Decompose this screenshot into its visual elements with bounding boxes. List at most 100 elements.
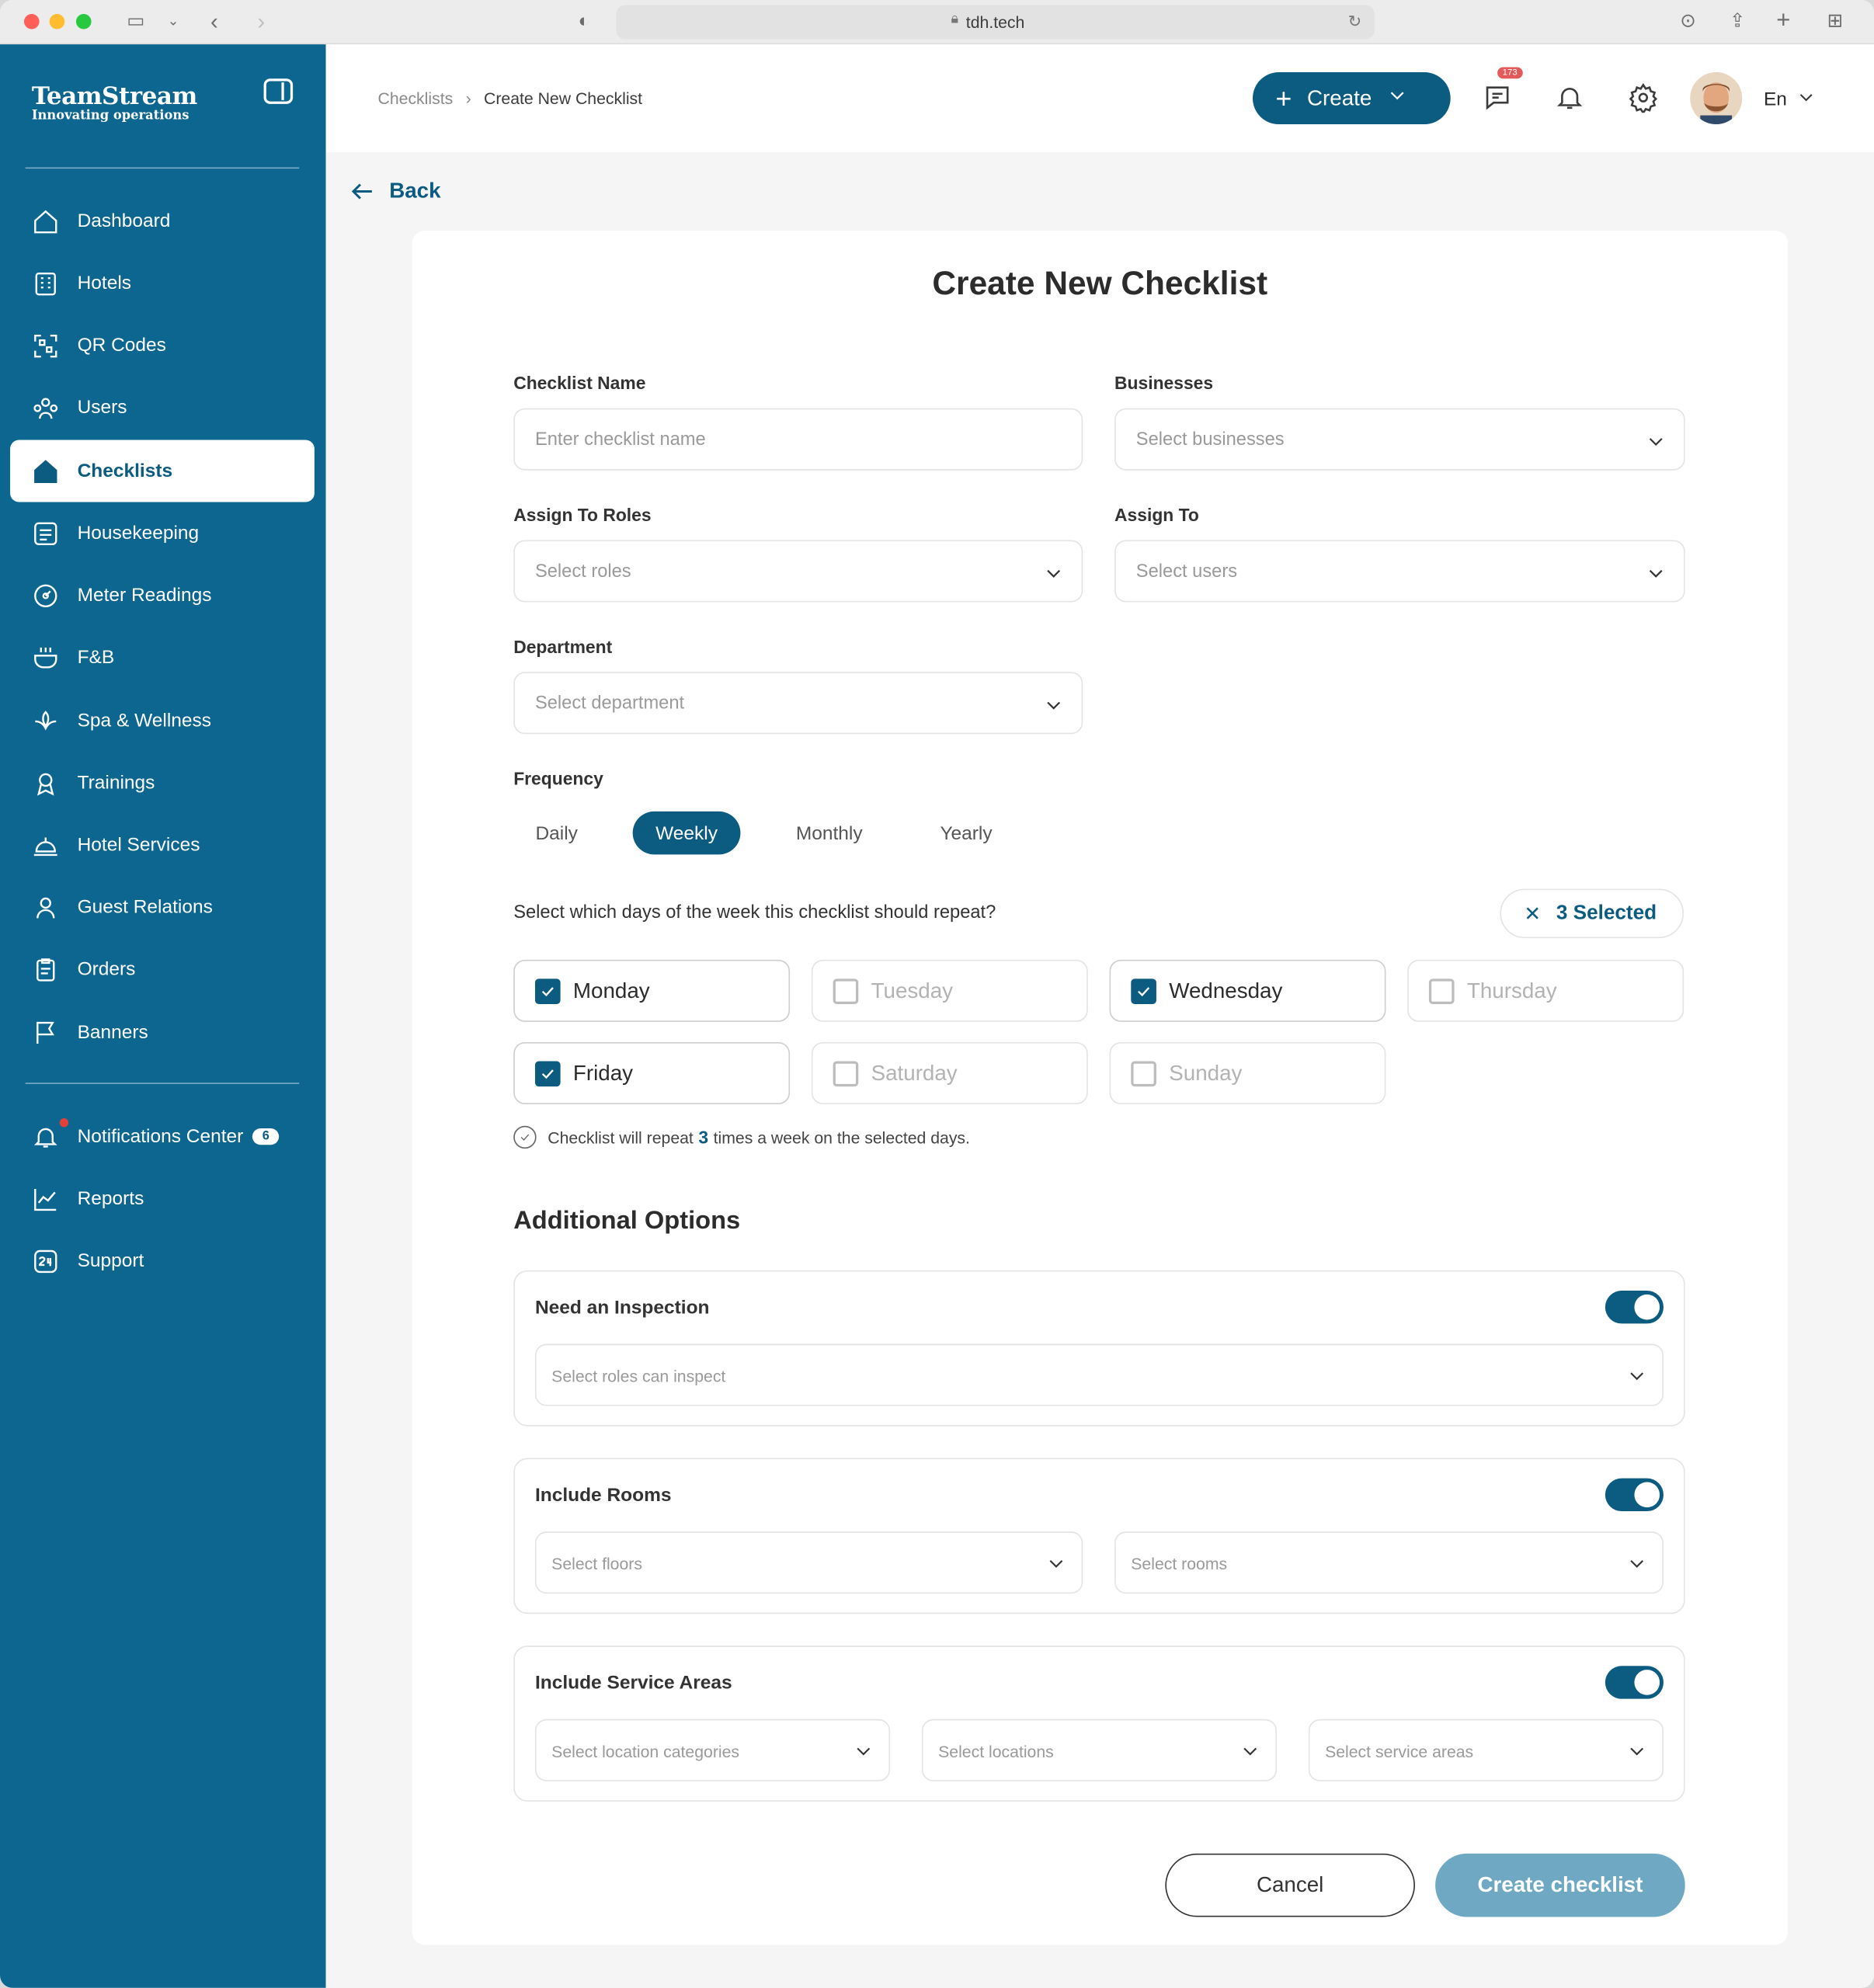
assign-roles-select[interactable]: Select roles	[513, 540, 1083, 603]
sidebar-item-dashboard[interactable]: Dashboard	[10, 190, 315, 252]
messages-button[interactable]: 173	[1483, 67, 1523, 113]
day-label: Friday	[572, 1060, 634, 1085]
sidebar-item-orders[interactable]: Orders	[10, 938, 315, 1000]
frequency-daily[interactable]: Daily	[516, 812, 596, 855]
user-avatar[interactable]	[1690, 72, 1743, 124]
checklist-name-label: Checklist Name	[513, 372, 646, 394]
sidebar-item-housekeeping[interactable]: Housekeeping	[10, 502, 315, 565]
messages-badge: 173	[1497, 67, 1523, 79]
sidebar-item-spa[interactable]: Spa & Wellness	[10, 690, 315, 752]
create-checklist-button[interactable]: Create checklist	[1435, 1853, 1685, 1917]
sidebar-toggle-icon[interactable]: ▭	[127, 10, 144, 33]
logo[interactable]: TeamStream Innovating operations	[31, 82, 198, 123]
cancel-button[interactable]: Cancel	[1165, 1853, 1415, 1917]
day-thursday-checkbox[interactable]: Thursday	[1407, 959, 1685, 1022]
share-icon[interactable]: ⇪	[1730, 10, 1746, 33]
day-friday-checkbox[interactable]: Friday	[513, 1041, 791, 1104]
address-bar[interactable]: 🔒︎ tdh.tech ↻	[616, 5, 1375, 40]
create-menu-button[interactable]: + Create	[1253, 72, 1451, 124]
maximize-window-button[interactable]	[75, 13, 92, 30]
sidebar-item-trainings[interactable]: Trainings	[10, 752, 315, 814]
settings-button[interactable]	[1628, 82, 1658, 115]
chevron-right-icon: ›	[465, 89, 471, 108]
day-sunday-checkbox[interactable]: Sunday	[1109, 1041, 1386, 1104]
back-button[interactable]: Back	[349, 178, 441, 206]
reload-icon[interactable]: ↻	[1348, 12, 1362, 32]
frequency-yearly[interactable]: Yearly	[923, 812, 1010, 855]
rooms-select[interactable]: Select rooms	[1114, 1531, 1664, 1594]
location-categories-select[interactable]: Select location categories	[534, 1719, 891, 1781]
notifications-button[interactable]	[1555, 82, 1585, 113]
food-icon	[32, 644, 60, 672]
new-tab-icon[interactable]: +	[1776, 9, 1790, 33]
check-circle-icon	[513, 1125, 537, 1149]
tab-overview-icon[interactable]: ⊞	[1827, 10, 1844, 33]
day-saturday-checkbox[interactable]: Saturday	[811, 1041, 1088, 1104]
sidebar-item-fnb[interactable]: F&B	[10, 627, 315, 689]
day-tuesday-checkbox[interactable]: Tuesday	[811, 959, 1088, 1022]
floors-select[interactable]: Select floors	[534, 1531, 1083, 1594]
forward-nav-icon[interactable]: ›	[257, 10, 265, 33]
breadcrumb-checklists-link[interactable]: Checklists	[378, 89, 454, 107]
chevron-down-icon[interactable]: ⌄	[168, 10, 179, 33]
service-areas-placeholder: Select service areas	[1325, 1742, 1474, 1761]
sidebar-item-banners[interactable]: Banners	[10, 1002, 315, 1064]
inspection-toggle[interactable]	[1605, 1290, 1664, 1324]
chevron-down-icon	[1044, 695, 1064, 721]
chevron-down-icon	[1646, 563, 1666, 589]
sidebar-item-hotels[interactable]: Hotels	[10, 252, 315, 315]
checkbox-empty-icon	[833, 978, 859, 1004]
close-window-button[interactable]	[24, 13, 40, 30]
language-selector[interactable]: En	[1764, 88, 1817, 112]
shield-icon[interactable]: ◐	[578, 10, 589, 33]
sidebar-item-guest-relations[interactable]: Guest Relations	[10, 876, 315, 938]
gear-icon	[1629, 83, 1658, 115]
sidebar-item-support[interactable]: Support	[10, 1230, 315, 1292]
sidebar-item-qr-codes[interactable]: QR Codes	[10, 315, 315, 377]
checkbox-checked-icon	[534, 1060, 561, 1086]
chevron-down-icon	[1044, 563, 1064, 589]
minimize-window-button[interactable]	[49, 13, 65, 30]
checklist-name-input[interactable]: Enter checklist name	[513, 408, 1083, 471]
service-areas-toggle[interactable]	[1605, 1666, 1664, 1699]
download-icon[interactable]: ⊙	[1680, 10, 1696, 33]
sidebar-item-users[interactable]: Users	[10, 377, 315, 439]
additional-options-title: Additional Options	[513, 1207, 741, 1236]
selected-count: 3 Selected	[1556, 902, 1657, 924]
businesses-select[interactable]: Select businesses	[1114, 408, 1685, 471]
day-label: Sunday	[1169, 1060, 1243, 1085]
chevron-down-icon	[854, 1741, 874, 1767]
department-select[interactable]: Select department	[513, 672, 1083, 735]
sidebar-item-reports[interactable]: Reports	[10, 1168, 315, 1230]
chevron-down-icon	[1646, 431, 1666, 457]
users-icon	[32, 394, 60, 422]
logo-subtitle: Innovating operations	[31, 109, 189, 123]
chevron-down-icon	[1627, 1553, 1647, 1580]
checkbox-checked-icon	[534, 978, 561, 1004]
rooms-toggle[interactable]	[1605, 1478, 1664, 1512]
day-monday-checkbox[interactable]: Monday	[513, 959, 791, 1022]
browser-window: ▭ ⌄ ‹ › ◐ 🔒︎ tdh.tech ↻ ⊙ ⇪ + ⊞ TeamStre…	[0, 0, 1874, 1988]
locations-select[interactable]: Select locations	[921, 1719, 1278, 1781]
chart-icon	[32, 1185, 60, 1213]
support-24-icon	[32, 1247, 60, 1275]
inspect-roles-select[interactable]: Select roles can inspect	[534, 1343, 1664, 1406]
sidebar-item-label: Orders	[77, 958, 136, 980]
frequency-weekly[interactable]: Weekly	[632, 811, 741, 855]
assign-to-select[interactable]: Select users	[1114, 540, 1685, 603]
sidebar-item-hotel-services[interactable]: Hotel Services	[10, 814, 315, 876]
back-nav-icon[interactable]: ‹	[210, 10, 218, 33]
service-areas-select[interactable]: Select service areas	[1308, 1719, 1664, 1781]
clear-selection-chip[interactable]: ✕ 3 Selected	[1500, 888, 1685, 939]
sidebar-item-checklists[interactable]: Checklists	[10, 440, 315, 502]
inspection-label: Need an Inspection	[534, 1297, 710, 1319]
frequency-monthly[interactable]: Monthly	[780, 812, 878, 855]
arrow-left-icon	[351, 183, 372, 200]
day-wednesday-checkbox[interactable]: Wednesday	[1109, 959, 1386, 1022]
collapse-sidebar-icon[interactable]	[263, 78, 294, 104]
sidebar-item-meter-readings[interactable]: Meter Readings	[10, 565, 315, 627]
page-title: Create New Checklist	[932, 263, 1268, 302]
sidebar-item-notifications-center[interactable]: Notifications Center 6	[10, 1106, 315, 1168]
service-areas-label: Include Service Areas	[534, 1672, 732, 1694]
repeat-suffix: times a week on the selected days.	[713, 1128, 970, 1147]
